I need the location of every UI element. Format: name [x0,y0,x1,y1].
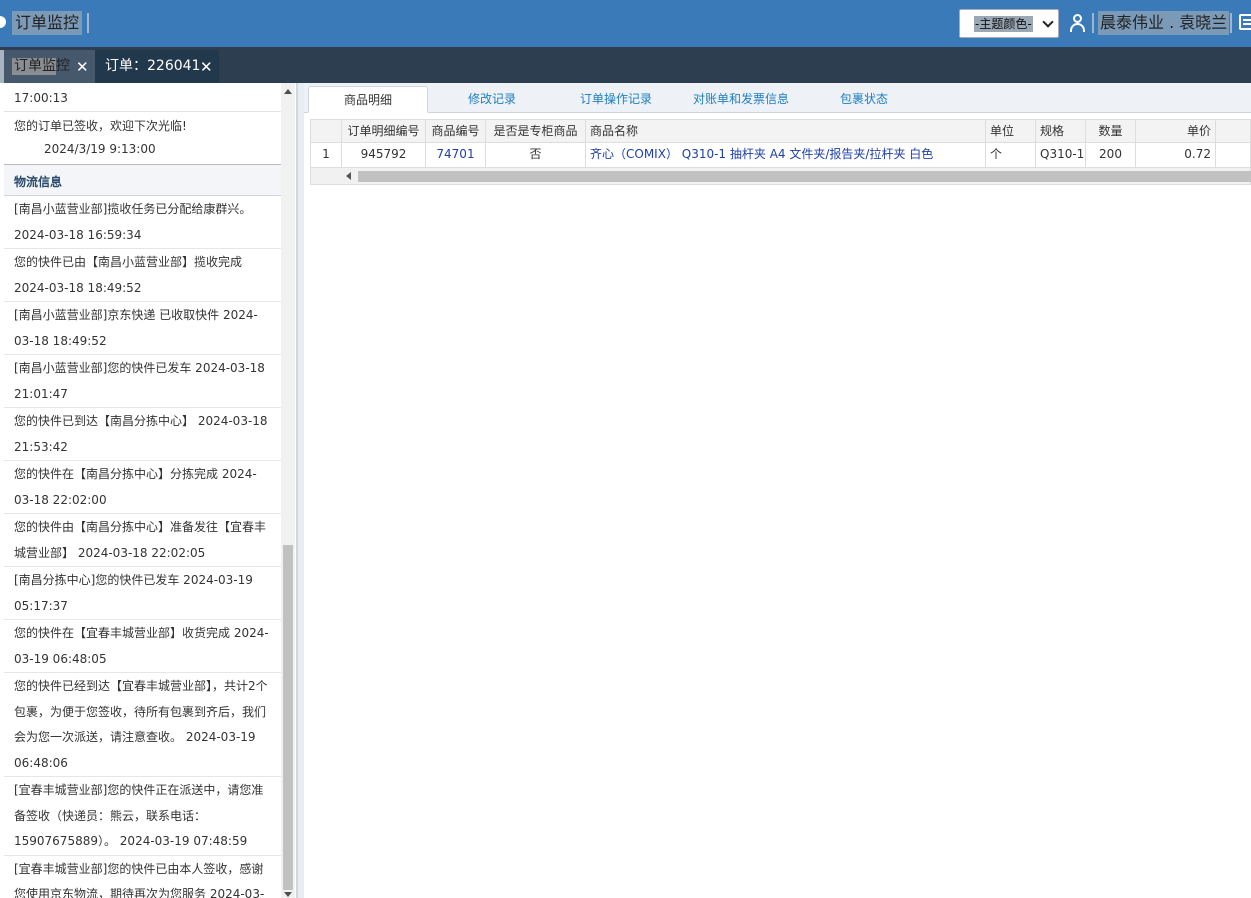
scroll-thumb[interactable] [358,171,1251,182]
tab-label: 订单：226041 [105,58,201,74]
column-header[interactable]: 订单明细编号 [342,120,426,142]
eye-icon [0,16,6,28]
logout-icon[interactable] [1239,14,1251,30]
scroll-down-icon[interactable] [284,892,292,897]
column-header[interactable]: 是否是专柜商品 [486,120,586,142]
product-name-link[interactable]: 齐心（COMIX） Q310-1 抽杆夹 A4 文件夹/报告夹/拉杆夹 白色 [586,143,986,167]
tab-statement-invoice[interactable]: 对账单和发票信息 [682,86,800,113]
tab-order-detail[interactable]: 订单：226041 ✕ [95,50,219,83]
scroll-left-icon[interactable] [346,172,351,180]
tab-package-status[interactable]: 包裹状态 [824,86,904,113]
column-header-rownum [311,120,342,142]
column-header[interactable]: 单价 [1136,120,1216,142]
page-title: 订单监控 [12,11,83,35]
list-item: 您的快件已到达【南昌分拣中心】 2024-03-18 21:53:42 [4,408,281,461]
list-item: 您的快件已由【南昌小蓝营业部】揽收完成 2024-03-18 18:49:52 [4,249,281,302]
scroll-up-icon[interactable] [284,89,292,94]
detail-no-cell: 945792 [342,143,426,167]
list-item: 您的快件已经到达【宜春丰城营业部】，共计2个包裹，为便于您签收，待所有包裹到齐后… [4,673,281,777]
user-icon[interactable] [1069,13,1087,33]
column-header[interactable]: 规格 [1036,120,1086,142]
is-counter-cell: 否 [486,143,586,167]
list-item: [宜春丰城营业部]您的快件正在派送中，请您准备签收（快递员：熊云，联系电话：15… [4,777,281,856]
product-no-link[interactable]: 74701 [426,143,486,167]
divider [4,111,281,112]
divider [1230,13,1232,33]
row-number: 1 [311,143,342,167]
column-header[interactable]: 商品编号 [426,120,486,142]
detail-tabs: 商品明细 修改记录 订单操作记录 对账单和发票信息 包裹状态 [304,83,1251,113]
theme-select-value: -主题颜色- [974,16,1033,32]
close-icon[interactable]: ✕ [200,60,213,75]
spec-cell: Q310-1 [1036,143,1086,167]
column-header[interactable]: 商品名称 [586,120,986,142]
unit-cell: 个 [986,143,1036,167]
vertical-scrollbar[interactable] [281,83,295,898]
tab-modify-log[interactable]: 修改记录 [442,86,542,113]
table-row[interactable]: 1 945792 74701 否 齐心（COMIX） Q310-1 抽杆夹 A4… [310,143,1251,168]
list-item: [南昌小蓝营业部]京东快递 已收取快件 2024-03-18 18:49:52 [4,302,281,355]
user-name[interactable]: 晨泰伟业 . 袁晓兰 [1098,11,1230,35]
logistics-list: [南昌小蓝营业部]揽收任务已分配给康群兴。 2024-03-18 16:59:3… [4,196,281,898]
close-icon[interactable]: ✕ [76,60,89,75]
list-item: [南昌小蓝营业部]揽收任务已分配给康群兴。 2024-03-18 16:59:3… [4,196,281,249]
list-item: [南昌小蓝营业部]您的快件已发车 2024-03-18 21:01:47 [4,355,281,408]
panel-splitter[interactable] [297,83,304,898]
tab-label: 订单监控 [12,58,72,75]
price-cell: 0.72 [1136,143,1216,167]
tab-order-monitor[interactable]: 订单监控 ✕ [4,50,95,83]
horizontal-scrollbar[interactable] [310,168,1251,185]
detail-panel: 商品明细 修改记录 订单操作记录 对账单和发票信息 包裹状态 订单明细编号 商品… [304,83,1251,898]
divider [87,13,89,33]
quantity-cell: 200 [1086,143,1136,167]
divider [1092,13,1094,33]
status-message: 您的订单已签收，欢迎下次光临! [14,119,187,133]
column-header[interactable]: 单位 [986,120,1036,142]
column-header[interactable]: 数量 [1086,120,1136,142]
section-title: 物流信息 [14,175,63,189]
scroll-thumb[interactable] [283,545,293,890]
list-item: 您的快件在【南昌分拣中心】分拣完成 2024-03-18 22:02:00 [4,461,281,514]
logistics-panel: 17:00:13 您的订单已签收，欢迎下次光临! 2024/3/19 9:13:… [0,83,297,898]
grid-header: 订单明细编号 商品编号 是否是专柜商品 商品名称 单位 规格 数量 单价 [310,119,1251,143]
tab-order-operation-log[interactable]: 订单操作记录 [560,86,672,113]
list-item: 您的快件由【南昌分拣中心】准备发往【宜春丰城营业部】 2024-03-18 22… [4,514,281,567]
chevron-down-icon [1042,16,1054,28]
top-header: 订单监控 -主题颜色- 晨泰伟业 . 袁晓兰 [0,0,1251,47]
status-time: 17:00:13 [14,91,68,105]
status-message-time: 2024/3/19 9:13:00 [44,142,156,156]
section-header: 物流信息 [4,164,281,196]
list-item: 您的快件在【宜春丰城营业部】收货完成 2024-03-19 06:48:05 [4,620,281,673]
theme-color-select[interactable]: -主题颜色- [959,9,1059,38]
tab-product-detail[interactable]: 商品明细 [308,86,428,113]
tab-strip: 订单监控 ✕ 订单：226041 ✕ [0,47,1251,83]
list-item: [南昌分拣中心]您的快件已发车 2024-03-19 05:17:37 [4,567,281,620]
list-item: [宜春丰城营业部]您的快件已由本人签收，感谢您使用京东物流，期待再次为您服务 2… [4,856,281,898]
